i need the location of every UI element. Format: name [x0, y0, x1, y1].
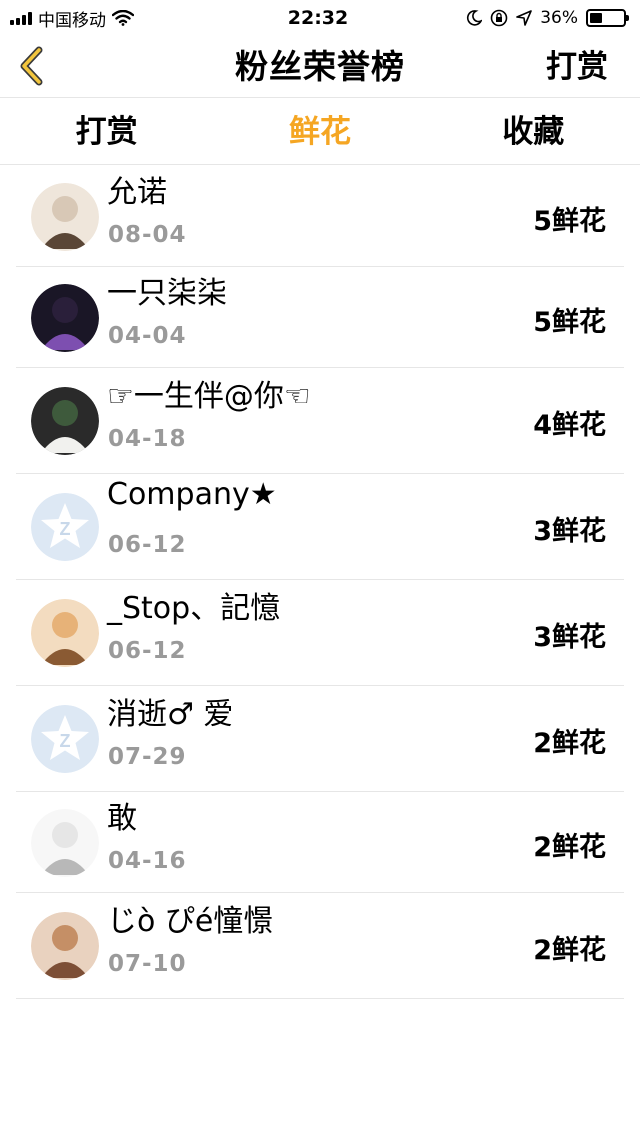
reward-button[interactable]: 打赏: [546, 36, 608, 98]
fan-name: Company★: [107, 477, 277, 512]
fan-date: 08-04: [108, 222, 187, 248]
list-item[interactable]: じò ぴé憧憬 07-10 2鲜花: [16, 893, 624, 999]
fan-date: 07-10: [108, 951, 187, 977]
fan-date: 04-18: [108, 426, 187, 452]
avatar[interactable]: Z: [31, 493, 99, 561]
list-item[interactable]: Z Company★ 06-12 3鲜花: [16, 474, 624, 580]
battery-icon: [585, 9, 629, 27]
page-title: 粉丝荣誉榜: [235, 47, 405, 86]
fan-name: 敢: [107, 801, 137, 836]
list-item[interactable]: 敢 04-16 2鲜花: [16, 792, 624, 893]
fan-date: 07-29: [108, 744, 187, 770]
avatar[interactable]: [31, 387, 99, 455]
flower-count: 5鲜花: [533, 206, 606, 237]
fan-date: 04-16: [108, 848, 187, 874]
avatar[interactable]: [31, 809, 99, 877]
signal-icon: [10, 11, 32, 25]
flower-count: 2鲜花: [533, 935, 606, 966]
wifi-icon: [112, 10, 134, 26]
list-item[interactable]: 一只柒柒 04-04 5鲜花: [16, 267, 624, 368]
status-right: 36%: [406, 8, 629, 28]
flower-count: 3鲜花: [533, 516, 606, 547]
fan-name: ☞一生伴@你☜: [107, 379, 311, 414]
list-item[interactable]: Z 消逝♂ 爱 07-29 2鲜花: [16, 686, 624, 792]
flower-count: 4鲜花: [533, 410, 606, 441]
carrier-label: 中国移动: [38, 10, 106, 31]
tab-favorites[interactable]: 收藏: [427, 99, 640, 164]
svg-text:Z: Z: [60, 519, 71, 539]
battery-fill: [589, 13, 602, 23]
tab-flowers[interactable]: 鲜花: [213, 99, 426, 164]
fan-name: じò ぴé憧憬: [107, 904, 274, 939]
status-left: 中国移动: [10, 6, 230, 31]
fan-date: 06-12: [108, 638, 187, 664]
avatar[interactable]: [31, 183, 99, 251]
avatar[interactable]: [31, 599, 99, 667]
list-item[interactable]: _Stop、記憶 06-12 3鲜花: [16, 580, 624, 686]
nav-bar: 粉丝荣誉榜 打赏: [0, 36, 640, 98]
avatar[interactable]: Z: [31, 705, 99, 773]
fan-date: 04-04: [108, 323, 187, 349]
tab-reward[interactable]: 打赏: [0, 99, 213, 164]
fan-name: 一只柒柒: [107, 276, 227, 311]
avatar[interactable]: [31, 912, 99, 980]
fan-name: _Stop、記憶: [107, 591, 281, 626]
fan-name: 消逝♂ 爱: [107, 697, 234, 732]
status-bar: 中国移动 22:32 36%: [0, 0, 640, 36]
flower-count: 2鲜花: [533, 832, 606, 863]
status-time: 22:32: [287, 7, 349, 29]
fan-date: 06-12: [108, 532, 187, 558]
flower-count: 3鲜花: [533, 622, 606, 653]
rotation-lock-icon: [490, 9, 508, 27]
fan-list: 允诺 08-04 5鲜花 一只柒柒 04-04 5鲜花 ☞一生伴@你☜ 04-18 4鲜花 Z Co…: [16, 166, 624, 999]
list-item[interactable]: 允诺 08-04 5鲜花: [16, 166, 624, 267]
location-icon: [516, 10, 532, 26]
flower-count: 2鲜花: [533, 728, 606, 759]
flower-count: 5鲜花: [533, 307, 606, 338]
list-item[interactable]: ☞一生伴@你☜ 04-18 4鲜花: [16, 368, 624, 474]
svg-text:Z: Z: [60, 731, 71, 751]
battery-percent: 36%: [540, 8, 578, 28]
fan-name: 允诺: [107, 175, 167, 210]
moon-icon: [467, 10, 483, 26]
tab-bar: 打赏 鲜花 收藏: [0, 99, 640, 165]
avatar[interactable]: [31, 284, 99, 352]
